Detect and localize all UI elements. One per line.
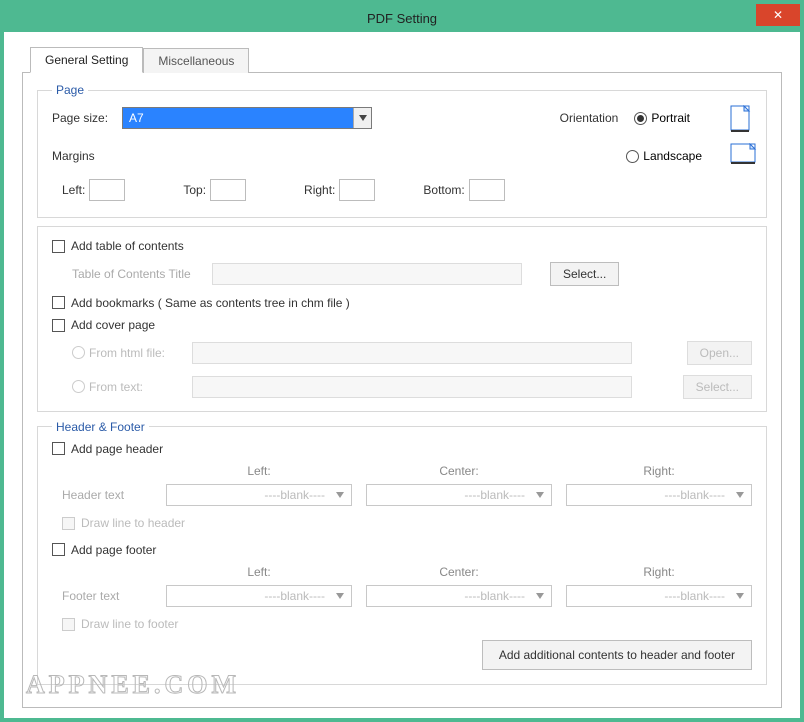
checkbox-box-icon xyxy=(52,543,65,556)
margin-bottom-label: Bottom: xyxy=(423,183,464,197)
header-footer-legend: Header & Footer xyxy=(52,420,149,434)
radio-portrait[interactable]: Portrait xyxy=(634,111,690,125)
radio-from-html[interactable]: From html file: xyxy=(72,346,182,360)
checkbox-box-icon xyxy=(52,240,65,253)
watermark-text: APPNEE.COM xyxy=(26,670,240,700)
chevron-down-icon xyxy=(533,492,547,498)
margin-left-label: Left: xyxy=(62,183,85,197)
page-group-legend: Page xyxy=(52,83,88,97)
checkbox-draw-line-footer[interactable]: Draw line to footer xyxy=(52,617,178,631)
text-select-button[interactable]: Select... xyxy=(683,375,752,399)
content-area: General Setting Miscellaneous Page Page … xyxy=(4,32,800,718)
page-size-value: A7 xyxy=(123,108,353,128)
column-center-label-2: Center: xyxy=(366,565,552,579)
middle-group: Add table of contents Table of Contents … xyxy=(37,226,767,412)
footer-left-combo[interactable]: ----blank---- xyxy=(166,585,352,607)
chevron-down-icon xyxy=(333,593,347,599)
margin-top-label: Top: xyxy=(183,183,206,197)
close-icon: ✕ xyxy=(773,8,783,22)
page-group: Page Page size: A7 Orientation xyxy=(37,83,767,218)
dropdown-icon xyxy=(353,108,371,128)
tab-miscellaneous[interactable]: Miscellaneous xyxy=(143,48,249,73)
toc-title-input[interactable] xyxy=(212,263,522,285)
toc-title-label: Table of Contents Title xyxy=(72,267,202,281)
from-html-input[interactable] xyxy=(192,342,632,364)
tab-panel: Page Page size: A7 Orientation xyxy=(22,72,782,708)
chevron-down-icon xyxy=(733,492,747,498)
add-additional-contents-button[interactable]: Add additional contents to header and fo… xyxy=(482,640,752,670)
checkbox-box-icon xyxy=(62,517,75,530)
header-text-label: Header text xyxy=(52,488,152,502)
page-size-label: Page size: xyxy=(52,111,112,125)
column-center-label: Center: xyxy=(366,464,552,478)
radio-dot-icon xyxy=(634,112,647,125)
landscape-page-icon xyxy=(730,143,752,169)
tab-general-setting[interactable]: General Setting xyxy=(30,47,143,73)
column-right-label-2: Right: xyxy=(566,565,752,579)
radio-landscape[interactable]: Landscape xyxy=(626,149,702,163)
column-left-label: Left: xyxy=(166,464,352,478)
tabstrip: General Setting Miscellaneous xyxy=(30,46,782,72)
checkbox-box-icon xyxy=(52,319,65,332)
column-left-label-2: Left: xyxy=(166,565,352,579)
footer-center-combo[interactable]: ----blank---- xyxy=(366,585,552,607)
margin-right-input[interactable] xyxy=(339,179,375,201)
open-button[interactable]: Open... xyxy=(687,341,752,365)
window-title: PDF Setting xyxy=(367,11,437,26)
page-size-select[interactable]: A7 xyxy=(122,107,372,129)
checkbox-box-icon xyxy=(62,618,75,631)
chevron-down-icon xyxy=(533,593,547,599)
margin-right-label: Right: xyxy=(304,183,335,197)
pdf-setting-window: PDF Setting ✕ General Setting Miscellane… xyxy=(0,0,804,722)
from-text-input[interactable] xyxy=(192,376,632,398)
checkbox-box-icon xyxy=(52,296,65,309)
checkbox-add-page-footer[interactable]: Add page footer xyxy=(52,543,156,557)
checkbox-add-bookmarks[interactable]: Add bookmarks ( Same as contents tree in… xyxy=(52,296,350,310)
header-right-combo[interactable]: ----blank---- xyxy=(566,484,752,506)
margins-row: Left: Top: Right: Bottom: xyxy=(52,179,752,205)
footer-text-label: Footer text xyxy=(52,589,152,603)
chevron-down-icon xyxy=(733,593,747,599)
column-right-label: Right: xyxy=(566,464,752,478)
toc-select-button[interactable]: Select... xyxy=(550,262,619,286)
checkbox-draw-line-header[interactable]: Draw line to header xyxy=(52,516,185,530)
header-left-combo[interactable]: ----blank---- xyxy=(166,484,352,506)
margins-label: Margins xyxy=(52,149,112,163)
checkbox-add-toc[interactable]: Add table of contents xyxy=(52,239,184,253)
portrait-page-icon xyxy=(730,105,752,131)
checkbox-add-page-header[interactable]: Add page header xyxy=(52,442,163,456)
radio-from-text[interactable]: From text: xyxy=(72,380,182,394)
titlebar: PDF Setting ✕ xyxy=(4,4,800,32)
margin-left-input[interactable] xyxy=(89,179,125,201)
radio-dot-icon xyxy=(72,380,85,393)
radio-dot-icon xyxy=(626,150,639,163)
close-button[interactable]: ✕ xyxy=(756,4,800,26)
checkbox-add-cover[interactable]: Add cover page xyxy=(52,318,155,332)
footer-right-combo[interactable]: ----blank---- xyxy=(566,585,752,607)
orientation-label: Orientation xyxy=(560,111,619,125)
margin-bottom-input[interactable] xyxy=(469,179,505,201)
header-center-combo[interactable]: ----blank---- xyxy=(366,484,552,506)
header-footer-group: Header & Footer Add page header Left: Ce… xyxy=(37,420,767,686)
chevron-down-icon xyxy=(333,492,347,498)
margin-top-input[interactable] xyxy=(210,179,246,201)
radio-dot-icon xyxy=(72,346,85,359)
checkbox-box-icon xyxy=(52,442,65,455)
